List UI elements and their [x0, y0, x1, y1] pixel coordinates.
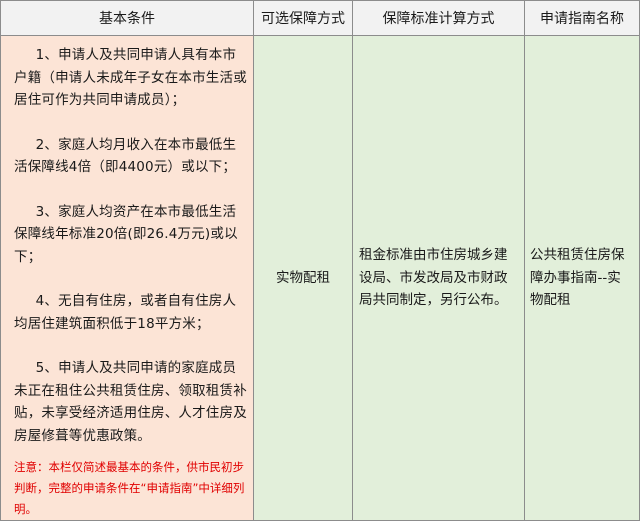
conditions-note: 注意：本栏仅简述最基本的条件，供市民初步判断，完整的申请条件在“申请指南”中详细…	[14, 460, 245, 516]
condition-item-3: 3、家庭人均资产在本市最低生活保障线年标准20倍(即26.4万元)或以下；	[14, 203, 238, 265]
header-standard-calculation: 保障标准计算方式	[352, 0, 525, 36]
table-row: 1、申请人及共同申请人具有本市户籍（申请人未成年子女在本市生活或居住可作为共同申…	[0, 35, 640, 521]
housing-guarantee-table: 基本条件 可选保障方式 保障标准计算方式 申请指南名称 1、申请人及共同申请人具…	[0, 0, 640, 521]
guide-name-cell: 公共租赁住房保障办事指南--实物配租	[524, 35, 640, 521]
condition-item-1: 1、申请人及共同申请人具有本市户籍（申请人未成年子女在本市生活或居住可作为共同申…	[14, 47, 247, 108]
header-guide-name: 申请指南名称	[524, 0, 640, 36]
condition-item-5: 5、申请人及共同申请的家庭成员未正在租住公共租赁住房、领取租赁补贴，未享受经济适…	[14, 360, 247, 444]
condition-item-4: 4、无自有住房，或者自有住房人均居住建筑面积低于18平方米；	[14, 293, 237, 332]
condition-item-2: 2、家庭人均月收入在本市最低生活保障线4倍（即4400元）或以下；	[14, 136, 237, 176]
header-guarantee-method: 可选保障方式	[253, 0, 353, 36]
standard-calculation-cell: 租金标准由市住房城乡建设局、市发改局及市财政局共同制定，另行公布。	[352, 35, 525, 521]
basic-conditions-cell: 1、申请人及共同申请人具有本市户籍（申请人未成年子女在本市生活或居住可作为共同申…	[0, 35, 254, 521]
header-basic-conditions: 基本条件	[0, 0, 254, 36]
guarantee-method-cell: 实物配租	[253, 35, 353, 521]
header-row: 基本条件 可选保障方式 保障标准计算方式 申请指南名称	[0, 0, 640, 36]
